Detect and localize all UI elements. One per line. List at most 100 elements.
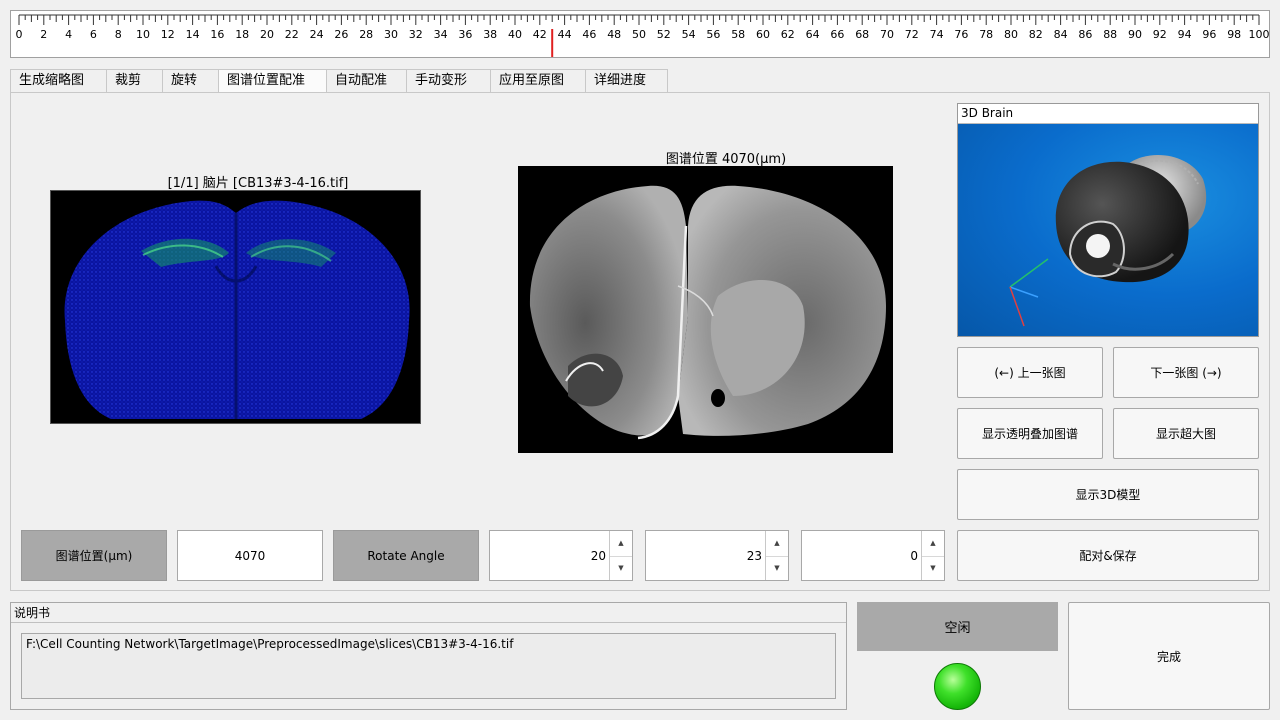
ruler-tick-label: 98 xyxy=(1227,28,1241,41)
ruler-tick-label: 82 xyxy=(1029,28,1043,41)
ruler-tick-label: 86 xyxy=(1078,28,1092,41)
tab-manual-warp[interactable]: 手动变形 xyxy=(406,69,491,93)
ruler-tick-label: 70 xyxy=(880,28,894,41)
tab-atlas-registration[interactable]: 图谱位置配准 xyxy=(218,69,327,93)
description-text[interactable]: F:\Cell Counting Network\TargetImage\Pre… xyxy=(21,633,836,699)
ruler-tick-label: 8 xyxy=(115,28,122,41)
slice-caption: [1/1] 脑片 [CB13#3-4-16.tif] xyxy=(167,176,349,191)
spin-down-icon[interactable]: ▼ xyxy=(766,556,788,581)
slice-image[interactable] xyxy=(50,190,421,424)
ruler-tick-label: 14 xyxy=(186,28,200,41)
ruler-tick-label: 44 xyxy=(558,28,572,41)
ruler-tick-label: 56 xyxy=(706,28,720,41)
ruler-tick-label: 0 xyxy=(16,28,23,41)
tab-label: 自动配准 xyxy=(335,73,388,88)
ruler-tick-label: 92 xyxy=(1153,28,1167,41)
ruler-tick-label: 52 xyxy=(657,28,671,41)
ruler-tick-label: 22 xyxy=(285,28,299,41)
spin-down-icon[interactable]: ▼ xyxy=(610,556,632,581)
ruler-tick-label: 16 xyxy=(210,28,224,41)
tab-label: 裁剪 xyxy=(115,73,142,88)
ruler-tick-label: 62 xyxy=(781,28,795,41)
tab-rotate[interactable]: 旋转 xyxy=(162,69,219,93)
tab-label: 应用至原图 xyxy=(499,73,565,88)
tab-label: 手动变形 xyxy=(415,73,468,88)
ruler-tick-label: 34 xyxy=(434,28,448,41)
spin-down-icon[interactable]: ▼ xyxy=(922,556,944,581)
description-title: 说明书 xyxy=(14,606,51,620)
ruler-tick-label: 48 xyxy=(607,28,621,41)
atlas-caption: 图谱位置 4070(μm) xyxy=(665,152,787,167)
position-ruler[interactable]: 0 2 4 6 8 10 12 14 16 18 20 22 24 26 28 30 32 34 36 38 40 42 4… xyxy=(10,10,1270,58)
ruler-tick-label: 4 xyxy=(65,28,72,41)
ruler-tick-label: 12 xyxy=(161,28,175,41)
ruler-tick-label: 2 xyxy=(40,28,47,41)
spin-up-icon[interactable]: ▲ xyxy=(922,531,944,557)
spinner-value: 20 xyxy=(590,548,606,563)
ruler-tick-label: 88 xyxy=(1103,28,1117,41)
atlas-position-input[interactable]: 4070 xyxy=(177,530,323,581)
ruler-tick-label: 84 xyxy=(1054,28,1068,41)
rotate-angle-spinner-3[interactable]: 0 ▲ ▼ xyxy=(801,530,945,581)
next-image-button[interactable]: 下一张图 (→) xyxy=(1113,347,1259,398)
ruler-tick-label: 90 xyxy=(1128,28,1142,41)
status-led-icon xyxy=(934,663,981,710)
tab-crop[interactable]: 裁剪 xyxy=(106,69,163,93)
tab-bar: 生成缩略图 裁剪 旋转 图谱位置配准 自动配准 手动变形 应用至原图 详细进度 xyxy=(10,69,1270,93)
brain-3d-render xyxy=(1009,155,1207,327)
show-large-image-button[interactable]: 显示超大图 xyxy=(1113,408,1259,459)
ruler-tick-label: 32 xyxy=(409,28,423,41)
tab-apply-original[interactable]: 应用至原图 xyxy=(490,69,586,93)
done-button[interactable]: 完成 xyxy=(1068,602,1270,710)
tab-label: 详细进度 xyxy=(594,73,647,88)
brain-3d-panel: 3D Brain xyxy=(957,103,1259,337)
description-panel: 说明书 F:\Cell Counting Network\TargetImage… xyxy=(10,602,847,710)
ruler-tick-label: 50 xyxy=(632,28,646,41)
show-3d-model-button[interactable]: 显示3D模型 xyxy=(957,469,1259,520)
tab-label: 旋转 xyxy=(171,73,198,88)
ruler-tick-label: 10 xyxy=(136,28,150,41)
ruler-tick-label: 24 xyxy=(310,28,324,41)
pair-save-button[interactable]: 配对&保存 xyxy=(957,530,1259,581)
tab-label: 图谱位置配准 xyxy=(227,73,306,88)
show-overlay-button[interactable]: 显示透明叠加图谱 xyxy=(957,408,1103,459)
ruler-tick-label: 28 xyxy=(359,28,373,41)
ruler-tick-label: 6 xyxy=(90,28,97,41)
ruler-tick-label: 68 xyxy=(855,28,869,41)
rotate-angle-spinner-1[interactable]: 20 ▲ ▼ xyxy=(489,530,633,581)
ruler-tick-label: 40 xyxy=(508,28,522,41)
atlas-image[interactable] xyxy=(518,166,893,453)
brain-3d-view[interactable] xyxy=(958,124,1258,336)
slice-drawing xyxy=(64,200,410,419)
prev-image-button[interactable]: (←) 上一张图 xyxy=(957,347,1103,398)
ruler-tick-label: 26 xyxy=(334,28,348,41)
ruler-tick-label: 94 xyxy=(1178,28,1192,41)
atlas-drawing xyxy=(529,185,886,440)
ruler-tick-label: 76 xyxy=(954,28,968,41)
tab-thumbnail[interactable]: 生成缩略图 xyxy=(10,69,107,93)
spin-up-icon[interactable]: ▲ xyxy=(610,531,632,557)
ruler-tick-label: 74 xyxy=(930,28,944,41)
ruler-tick-label: 96 xyxy=(1202,28,1216,41)
tab-progress[interactable]: 详细进度 xyxy=(585,69,668,93)
ruler-tick-label: 58 xyxy=(731,28,745,41)
ruler-tick-label: 78 xyxy=(979,28,993,41)
tab-auto-registration[interactable]: 自动配准 xyxy=(326,69,407,93)
ruler-tick-label: 46 xyxy=(582,28,596,41)
atlas-position-label: 图谱位置(μm) xyxy=(21,530,167,581)
ruler-tick-label: 100 xyxy=(1249,28,1270,41)
ruler-tick-label: 72 xyxy=(905,28,919,41)
status-label: 空闲 xyxy=(857,602,1058,651)
spinner-value: 23 xyxy=(746,548,762,563)
spinner-value: 0 xyxy=(910,548,918,563)
ruler-tick-label: 38 xyxy=(483,28,497,41)
tab-label: 生成缩略图 xyxy=(19,73,85,88)
brain-3d-title: 3D Brain xyxy=(958,104,1258,124)
ruler-tick-label: 30 xyxy=(384,28,398,41)
spin-up-icon[interactable]: ▲ xyxy=(766,531,788,557)
rotate-angle-label: Rotate Angle xyxy=(333,530,479,581)
ruler-tick-label: 42 xyxy=(533,28,547,41)
ruler-scale: 0 2 4 6 8 10 12 14 16 18 20 22 24 26 28 30 32 34 36 38 40 42 4… xyxy=(16,14,1270,57)
ruler-tick-label: 36 xyxy=(458,28,472,41)
rotate-angle-spinner-2[interactable]: 23 ▲ ▼ xyxy=(645,530,789,581)
